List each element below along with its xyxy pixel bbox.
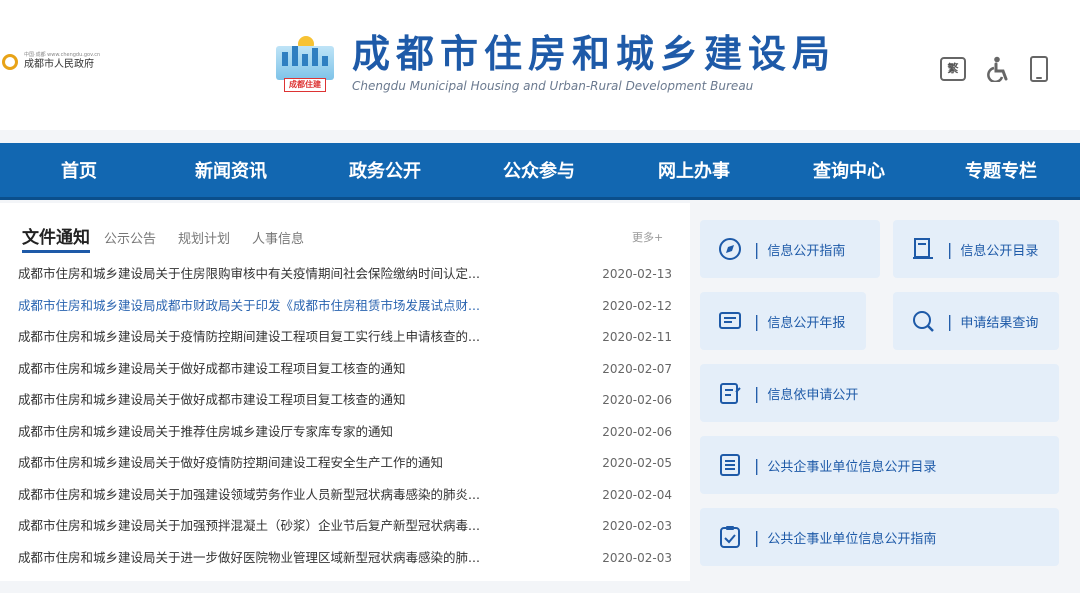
news-date: 2020-02-13 [602,267,672,281]
gov-site-url: 中国·成都 www.chengdu.gov.cn [24,52,101,58]
nav-news[interactable]: 新闻资讯 [158,143,304,197]
annual-report-button[interactable]: | 信息公开年报 [700,292,866,350]
nav-public-participation[interactable]: 公众参与 [466,143,612,197]
enterprise-guide-label: 公共企事业单位信息公开指南 [767,531,937,547]
accessibility-icon[interactable] [986,56,1012,82]
gov-logo-icon [2,53,18,70]
checklist-icon [716,523,744,551]
nav-online-services[interactable]: 网上办事 [612,143,776,197]
news-date: 2020-02-07 [602,361,672,376]
news-title[interactable]: 成都市住房和城乡建设局关于加强建设领域劳务作业人员新型冠状病毒感染的肺炎... [18,484,578,516]
news-title[interactable]: 成都市住房和城乡建设局关于住房限购审核中有关疫情期间社会保险缴纳时间认定... [18,263,578,295]
tab-file-notice[interactable]: 文件通知 [22,223,90,253]
apply-disclosure-button[interactable]: | 信息依申请公开 [700,364,1059,422]
site-header: 中国·成都 www.chengdu.gov.cn 成都市人民政府 成都住建 成都… [0,0,1080,130]
report-icon [716,307,744,335]
site-title: 成都市住房和城乡建设局 [352,32,837,76]
compass-icon [716,235,744,263]
logo-tag: 成都住建 [284,78,326,92]
notice-tabs: 文件通知 公示公告 规划计划 人事信息 [22,223,326,253]
list-item[interactable]: 成都市住房和城乡建设局关于加强建设领域劳务作业人员新型冠状病毒感染的肺炎... 2… [18,484,672,516]
news-title[interactable]: 成都市住房和城乡建设局关于进一步做好医院物业管理区域新型冠状病毒感染的肺... [18,547,578,579]
bureau-logo[interactable]: 成都住建 [276,32,334,94]
list-item[interactable]: 成都市住房和城乡建设局关于加强预拌混凝土（砂浆）企业节后复产新型冠状病毒... 2… [18,515,672,547]
result-query-label: 申请结果查询 [960,315,1039,331]
news-title[interactable]: 成都市住房和城乡建设局关于做好疫情防控期间建设工程安全生产工作的通知 [18,452,578,484]
tab-planning[interactable]: 规划计划 [178,228,230,247]
list-item[interactable]: 成都市住房和城乡建设局关于推荐住房城乡建设厅专家库专家的通知 2020-02-06 [18,421,672,453]
gov-site-name: 成都市人民政府 [24,59,94,70]
apply-disclosure-label: 信息依申请公开 [767,387,859,403]
site-subtitle: Chengdu Municipal Housing and Urban-Rura… [352,79,754,93]
news-list: 成都市住房和城乡建设局关于住房限购审核中有关疫情期间社会保险缴纳时间认定... 2… [18,263,672,578]
main-nav: 首页 新闻资讯 政务公开 公众参与 网上办事 查询中心 专题专栏 [0,143,1080,200]
info-catalog-button[interactable]: | 信息公开目录 [893,220,1059,278]
logo-city-icon [276,46,334,80]
notice-panel: 文件通知 公示公告 规划计划 人事信息 更多+ 成都市住房和城乡建设局关于住房限… [0,203,690,581]
search-icon [909,307,937,335]
enterprise-catalog-label: 公共企事业单位信息公开目录 [767,459,937,475]
nav-home[interactable]: 首页 [0,143,158,197]
annual-report-label: 信息公开年报 [767,315,846,331]
news-title[interactable]: 成都市住房和城乡建设局成都市财政局关于印发《成都市住房租赁市场发展试点财... [18,295,578,327]
news-date: 2020-02-05 [602,456,672,470]
enterprise-catalog-button[interactable]: | 公共企事业单位信息公开目录 [700,436,1059,494]
info-catalog-label: 信息公开目录 [960,243,1039,259]
list-item[interactable]: 成都市住房和城乡建设局关于做好成都市建设工程项目复工核查的通知 2020-02-0… [18,358,672,390]
news-date: 2020-02-06 [602,393,672,407]
news-date: 2020-02-12 [602,298,672,313]
news-title[interactable]: 成都市住房和城乡建设局关于加强预拌混凝土（砂浆）企业节后复产新型冠状病毒... [18,515,578,547]
traditional-chinese-button[interactable]: 繁 [940,57,966,81]
list-item[interactable]: 成都市住房和城乡建设局关于疫情防控期间建设工程项目复工实行线上申请核查的... 2… [18,326,672,358]
list-item[interactable]: 成都市住房和城乡建设局关于住房限购审核中有关疫情期间社会保险缴纳时间认定... 2… [18,263,672,295]
result-query-button[interactable]: | 申请结果查询 [893,292,1059,350]
news-date: 2020-02-03 [602,550,672,565]
tab-personnel[interactable]: 人事信息 [252,228,304,247]
enterprise-guide-button[interactable]: | 公共企事业单位信息公开指南 [700,508,1059,566]
news-title[interactable]: 成都市住房和城乡建设局关于做好成都市建设工程项目复工核查的通知 [18,389,578,421]
news-date: 2020-02-04 [602,487,672,502]
info-guide-label: 信息公开指南 [767,243,846,259]
edit-document-icon [716,379,744,407]
list-item[interactable]: 成都市住房和城乡建设局关于做好疫情防控期间建设工程安全生产工作的通知 2020-0… [18,452,672,484]
nav-special-topics[interactable]: 专题专栏 [922,143,1080,197]
news-title[interactable]: 成都市住房和城乡建设局关于推荐住房城乡建设厅专家库专家的通知 [18,421,578,453]
news-title[interactable]: 成都市住房和城乡建设局关于疫情防控期间建设工程项目复工实行线上申请核查的... [18,326,578,358]
news-date: 2020-02-03 [602,519,672,533]
list-document-icon [716,451,744,479]
list-item[interactable]: 成都市住房和城乡建设局关于做好成都市建设工程项目复工核查的通知 2020-02-0… [18,389,672,421]
more-link[interactable]: 更多+ [632,229,663,245]
tab-public-notice[interactable]: 公示公告 [104,228,156,247]
list-item[interactable]: 成都市住房和城乡建设局关于进一步做好医院物业管理区域新型冠状病毒感染的肺... 2… [18,547,672,579]
nav-query-center[interactable]: 查询中心 [776,143,922,197]
news-date: 2020-02-11 [602,330,672,344]
info-guide-button[interactable]: | 信息公开指南 [700,220,880,278]
news-title[interactable]: 成都市住房和城乡建设局关于做好成都市建设工程项目复工核查的通知 [18,358,578,390]
chengdu-gov-link[interactable]: 中国·成都 www.chengdu.gov.cn 成都市人民政府 [2,52,100,71]
list-item[interactable]: 成都市住房和城乡建设局成都市财政局关于印发《成都市住房租赁市场发展试点财... 2… [18,295,672,327]
nav-government-affairs[interactable]: 政务公开 [304,143,466,197]
mobile-icon[interactable] [1030,56,1048,82]
catalog-icon [909,235,937,263]
news-date: 2020-02-06 [602,424,672,439]
